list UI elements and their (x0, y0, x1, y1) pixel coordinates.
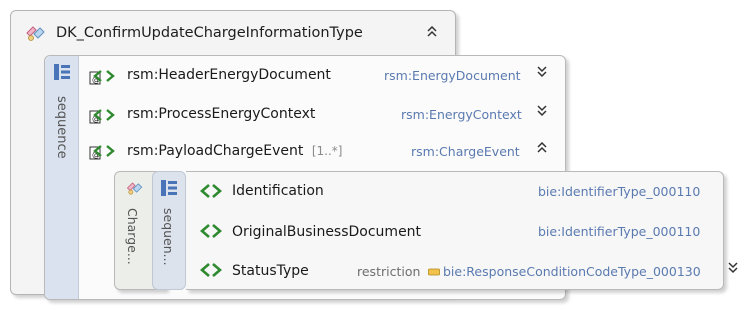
element-icon: @ (89, 70, 115, 85)
element-icon (200, 224, 222, 238)
complex-type-icon (26, 26, 45, 41)
element-name-text: rsm:PayloadChargeEvent (127, 143, 304, 159)
double-chevron-down-icon[interactable] (536, 66, 548, 81)
nested-sequence-label: sequen... (161, 208, 176, 266)
element-icon: @ (89, 109, 115, 124)
nested-element-name[interactable]: OriginalBusinessDocument (232, 224, 421, 240)
double-chevron-down-icon[interactable] (536, 105, 548, 120)
sequence-label: sequence (54, 96, 69, 159)
double-chevron-down-icon[interactable] (727, 262, 739, 277)
nested-complex-label: Charge... (125, 208, 140, 265)
nested-element-type: bie:IdentifierType_000110 (538, 184, 701, 199)
sequence-element-type: rsm:EnergyContext (401, 107, 522, 122)
nested-sequence-bar: sequen... (152, 171, 186, 290)
derivation-label: restriction (357, 264, 421, 279)
nested-element-name[interactable]: StatusType (232, 263, 309, 279)
sequence-element-name[interactable]: rsm:PayloadChargeEvent [1..*] (127, 143, 342, 159)
complex-type-icon (126, 182, 143, 195)
restriction-icon (428, 268, 440, 276)
cardinality-label: [1..*] (311, 144, 343, 158)
element-icon (200, 184, 222, 198)
sequence-icon (161, 180, 177, 196)
nested-element-type: bie:ResponseConditionCodeType_000130 (443, 264, 701, 279)
nested-element-name[interactable]: Identification (232, 183, 324, 199)
double-chevron-up-icon[interactable] (536, 141, 548, 157)
sequence-element-type: rsm:ChargeEvent (411, 144, 520, 159)
double-chevron-up-icon[interactable] (426, 25, 438, 41)
sequence-element-type: rsm:EnergyDocument (384, 68, 521, 83)
sequence-element-name[interactable]: rsm:ProcessEnergyContext (127, 106, 315, 122)
element-icon (200, 263, 222, 277)
nested-element-type: bie:IdentifierType_000110 (538, 224, 701, 239)
sequence-side-bar: sequence (45, 56, 79, 299)
complex-type-title: DK_ConfirmUpdateChargeInformationType (56, 25, 363, 41)
sequence-element-name[interactable]: rsm:HeaderEnergyDocument (127, 67, 331, 83)
element-icon: @ (89, 145, 115, 160)
sequence-icon (54, 64, 70, 80)
